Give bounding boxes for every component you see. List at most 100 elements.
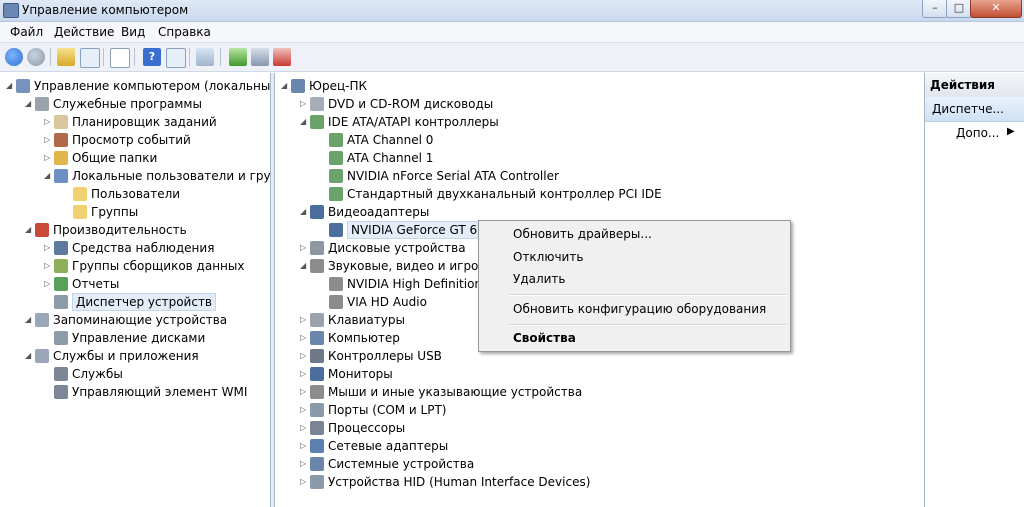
expand-arrow-icon[interactable]: ▷ xyxy=(44,275,50,293)
performance-icon xyxy=(35,223,49,237)
collapse-arrow-icon[interactable]: ◢ xyxy=(25,95,31,113)
device-tree-item[interactable]: ▷ Устройства HID (Human Interface Devices… xyxy=(275,473,922,491)
console-tree-item[interactable]: Диспетчер устройств xyxy=(0,293,268,311)
expand-arrow-icon[interactable]: ▷ xyxy=(300,419,306,437)
dvd-drive-icon xyxy=(310,97,324,111)
expand-arrow-icon[interactable]: ▷ xyxy=(300,401,306,419)
expand-arrow-icon[interactable]: ▷ xyxy=(300,365,306,383)
console-tree-item[interactable]: ▷ Отчеты xyxy=(0,275,268,293)
device-tree-item[interactable]: ▷ Процессоры xyxy=(275,419,922,437)
device-tree-item[interactable]: ▷ DVD и CD-ROM дисководы xyxy=(275,95,922,113)
console-tree-item[interactable]: ▷ Средства наблюдения xyxy=(0,239,268,257)
show-hide-action-icon[interactable] xyxy=(166,48,186,68)
console-tree-item[interactable]: ◢ Управление компьютером (локальным) xyxy=(0,77,284,95)
expand-arrow-icon[interactable]: ▷ xyxy=(44,113,50,131)
back-icon[interactable] xyxy=(5,48,23,66)
console-tree-item[interactable]: ▷ Общие папки xyxy=(0,149,268,167)
console-tree-item[interactable]: ▷ Просмотр событий xyxy=(0,131,268,149)
device-tree-item[interactable]: ATA Channel 1 xyxy=(275,149,922,167)
display-adapter-icon xyxy=(329,223,343,237)
forward-icon[interactable] xyxy=(27,48,45,66)
collapse-arrow-icon[interactable]: ◢ xyxy=(6,77,12,95)
update-driver-icon[interactable] xyxy=(229,48,247,66)
expand-arrow-icon[interactable]: ▷ xyxy=(300,437,306,455)
device-tree-item[interactable]: ◢ Видеоадаптеры xyxy=(275,203,922,221)
uninstall-device-icon[interactable] xyxy=(273,48,291,66)
disable-device-icon[interactable] xyxy=(251,48,269,66)
properties-icon[interactable] xyxy=(110,48,130,68)
expand-arrow-icon[interactable]: ▷ xyxy=(300,311,306,329)
menu-separator xyxy=(509,324,786,326)
console-tree-item[interactable]: Службы xyxy=(0,365,268,383)
device-tree-item[interactable]: ◢ Юрец-ПК xyxy=(275,77,922,95)
device-tree-item[interactable]: ▷ Системные устройства xyxy=(275,455,922,473)
maximize-button[interactable]: □ xyxy=(946,0,972,18)
close-button[interactable]: ✕ xyxy=(970,0,1022,18)
speaker-icon xyxy=(329,277,343,291)
console-tree-item[interactable]: ▷ Планировщик заданий xyxy=(0,113,268,131)
menu-file[interactable]: Файл xyxy=(10,25,43,39)
device-tree-item[interactable]: Стандартный двухканальный контроллер PCI… xyxy=(275,185,922,203)
expand-arrow-icon[interactable]: ▷ xyxy=(44,257,50,275)
console-tree-item[interactable]: ◢ Служебные программы xyxy=(0,95,268,113)
device-tree-item[interactable]: ▷ Сетевые адаптеры xyxy=(275,437,922,455)
console-tree-label: Службы xyxy=(72,367,123,381)
expand-arrow-icon[interactable]: ▷ xyxy=(44,131,50,149)
console-tree-label: Отчеты xyxy=(72,277,120,291)
help-icon[interactable]: ? xyxy=(143,48,161,66)
collapse-arrow-icon[interactable]: ◢ xyxy=(300,113,306,131)
system-devices-icon xyxy=(310,457,324,471)
expand-arrow-icon[interactable]: ▷ xyxy=(300,455,306,473)
device-tree-item[interactable]: ◢ IDE ATA/ATAPI контроллеры xyxy=(275,113,922,131)
users-groups-icon xyxy=(54,169,68,183)
expand-arrow-icon[interactable]: ▷ xyxy=(44,239,50,257)
collapse-arrow-icon[interactable]: ◢ xyxy=(25,311,31,329)
console-tree-label: Производительность xyxy=(53,223,187,237)
ide-controller-icon xyxy=(329,187,343,201)
menu-view[interactable]: Вид xyxy=(121,25,145,39)
console-tree-item[interactable]: Управление дисками xyxy=(0,329,268,347)
console-tree-item[interactable]: ▷ Группы сборщиков данных xyxy=(0,257,268,275)
collapse-arrow-icon[interactable]: ◢ xyxy=(25,221,31,239)
console-tree-pane[interactable]: ◢ Управление компьютером (локальным) ◢ Служ… xyxy=(0,73,296,507)
console-tree-item[interactable]: Пользователи xyxy=(0,185,268,203)
collapse-arrow-icon[interactable]: ◢ xyxy=(281,77,287,95)
menu-item-disable[interactable]: Отключить xyxy=(513,250,583,264)
expand-arrow-icon[interactable]: ▷ xyxy=(44,149,50,167)
show-hide-tree-icon[interactable] xyxy=(80,48,100,68)
expand-arrow-icon[interactable]: ▷ xyxy=(300,383,306,401)
console-tree-item[interactable]: ◢ Службы и приложения xyxy=(0,347,268,365)
actions-device-manager[interactable]: Диспетче... xyxy=(925,97,1024,122)
actions-more[interactable]: Допо... ▶ xyxy=(925,123,1024,145)
device-tree-item[interactable]: ATA Channel 0 xyxy=(275,131,922,149)
minimize-button[interactable]: – xyxy=(922,0,948,18)
console-tree-item[interactable]: ◢ Запоминающие устройства xyxy=(0,311,268,329)
expand-arrow-icon[interactable]: ▷ xyxy=(300,473,306,491)
device-tree-item[interactable]: NVIDIA nForce Serial ATA Controller xyxy=(275,167,922,185)
menu-help[interactable]: Справка xyxy=(158,25,211,39)
device-tree-item[interactable]: ▷ Мониторы xyxy=(275,365,922,383)
expand-arrow-icon[interactable]: ▷ xyxy=(300,95,306,113)
menu-item-scan-hardware[interactable]: Обновить конфигурацию оборудования xyxy=(513,302,766,316)
expand-arrow-icon[interactable]: ▷ xyxy=(300,347,306,365)
expand-arrow-icon[interactable]: ▷ xyxy=(300,329,306,347)
console-tree-item[interactable]: Группы xyxy=(0,203,268,221)
collapse-arrow-icon[interactable]: ◢ xyxy=(300,203,306,221)
console-tree-label: Группы xyxy=(91,205,139,219)
console-tree-item[interactable]: ◢ Локальные пользователи и группы xyxy=(0,167,296,185)
menu-action[interactable]: Действие xyxy=(54,25,114,39)
menu-item-properties[interactable]: Свойства xyxy=(513,331,576,345)
collapse-arrow-icon[interactable]: ◢ xyxy=(25,347,31,365)
menu-item-update-driver[interactable]: Обновить драйверы... xyxy=(513,227,652,241)
up-folder-icon[interactable] xyxy=(57,48,75,66)
device-tree-item[interactable]: ▷ Порты (COM и LPT) xyxy=(275,401,922,419)
computer-icon xyxy=(310,331,324,345)
collapse-arrow-icon[interactable]: ◢ xyxy=(300,257,306,275)
device-tree-item[interactable]: ▷ Мыши и иные указывающие устройства xyxy=(275,383,922,401)
scan-hardware-icon[interactable] xyxy=(196,48,214,66)
console-tree-item[interactable]: ◢ Производительность xyxy=(0,221,268,239)
expand-arrow-icon[interactable]: ▷ xyxy=(300,239,306,257)
console-tree-item[interactable]: Управляющий элемент WMI xyxy=(0,383,268,401)
menu-item-uninstall[interactable]: Удалить xyxy=(513,272,566,286)
collapse-arrow-icon[interactable]: ◢ xyxy=(44,167,50,185)
